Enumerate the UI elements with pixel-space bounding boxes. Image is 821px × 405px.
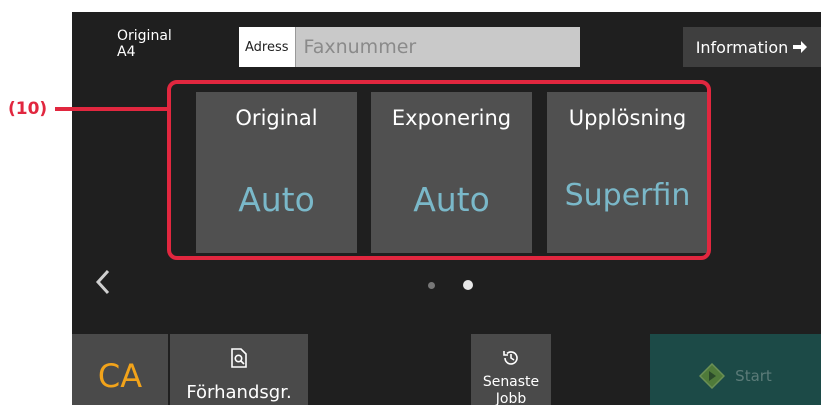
information-label: Information (695, 37, 789, 57)
callout-highlight-frame (167, 80, 711, 260)
callout-leader-line (55, 107, 167, 111)
address-label[interactable]: Adress (239, 27, 296, 67)
callout-number-label: (10) (8, 99, 48, 119)
page-indicator-dot-active (463, 280, 473, 290)
start-label: Start (735, 366, 772, 385)
ca-button[interactable]: CA (72, 334, 168, 405)
recent-label-line1: Senaste (482, 374, 540, 390)
ca-label: CA (97, 356, 143, 395)
page-indicator-dot (428, 282, 435, 289)
start-button[interactable]: Start (650, 334, 821, 405)
fax-panel: Original A4 Adress Faxnummer Information… (72, 12, 821, 405)
start-diamond-icon (699, 362, 726, 389)
preview-icon (170, 348, 308, 368)
preview-label: Förhandsgr. (186, 382, 292, 403)
original-size-indicator[interactable]: Original A4 (117, 28, 172, 60)
recent-label-line2: Jobb (495, 391, 527, 405)
chevron-left-icon[interactable] (94, 268, 112, 302)
arrow-right-icon (793, 41, 808, 53)
preview-button[interactable]: Förhandsgr. (170, 334, 308, 405)
original-label: Original (117, 28, 172, 44)
recent-jobs-button[interactable]: Senaste Jobb (471, 334, 551, 405)
original-size: A4 (117, 44, 136, 60)
information-button[interactable]: Information (683, 27, 821, 67)
fax-number-input[interactable]: Faxnummer (296, 36, 417, 58)
address-field[interactable]: Adress Faxnummer (239, 27, 580, 67)
history-icon (471, 348, 551, 368)
